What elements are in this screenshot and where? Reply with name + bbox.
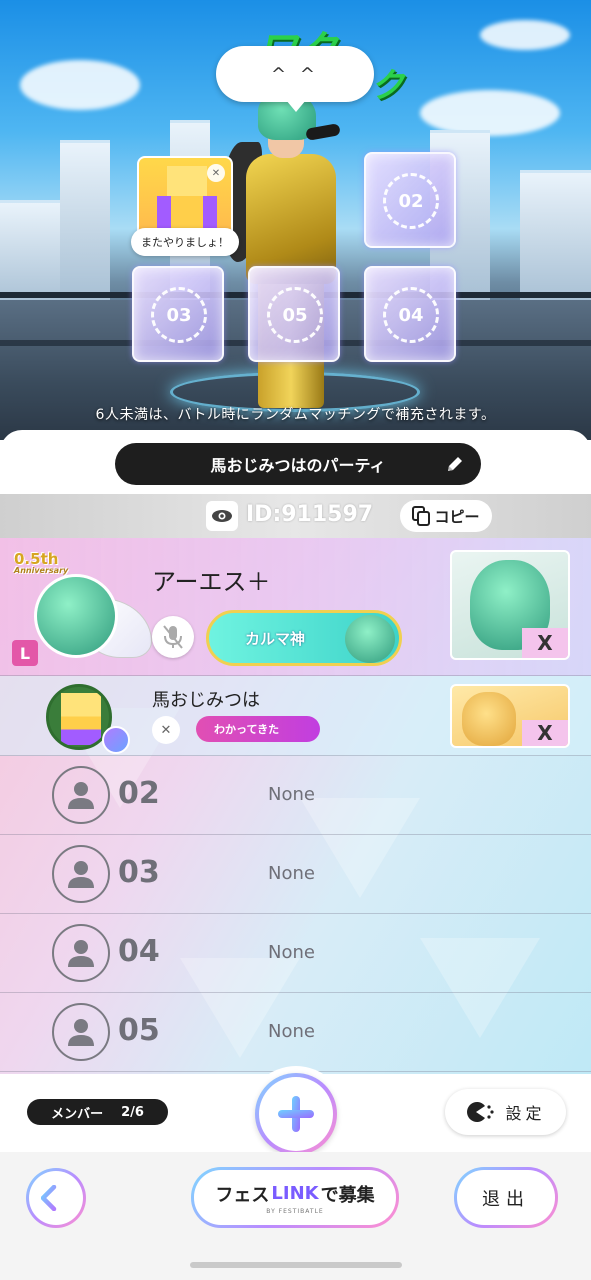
- slot-number: 05: [118, 1013, 160, 1048]
- x-mark-icon: X: [522, 720, 568, 746]
- member-row[interactable]: 馬おじみつは ✕ わかってきた X: [0, 676, 591, 756]
- character-model: [222, 92, 356, 422]
- member-row-leader[interactable]: 0.5th Anniversary L アーエス＋ カルマ神 X: [0, 538, 591, 676]
- person-icon: [52, 1003, 110, 1061]
- empty-member-row[interactable]: 05 None: [0, 993, 591, 1072]
- person-icon: [52, 924, 110, 982]
- plus-icon: [278, 1096, 314, 1132]
- member-list: 0.5th Anniversary L アーエス＋ カルマ神 X 馬おじみつは …: [0, 538, 591, 1074]
- empty-member-row[interactable]: 04 None: [0, 914, 591, 993]
- back-button[interactable]: [26, 1168, 86, 1228]
- cloud: [480, 20, 570, 50]
- slot-status: None: [268, 942, 315, 963]
- title-badge: わかってきた: [196, 716, 320, 742]
- recruit-suffix: で募集: [320, 1184, 375, 1206]
- title-badge-label: わかってきた: [214, 723, 280, 736]
- slot-number: 03: [118, 855, 160, 890]
- empty-member-row[interactable]: 02 None: [0, 756, 591, 835]
- recruit-label: フェス LINK で募集: [215, 1181, 374, 1207]
- mic-muted-icon[interactable]: [152, 616, 194, 658]
- recruit-prefix: フェス: [215, 1184, 270, 1206]
- title-badge-character: [345, 615, 395, 663]
- slot-status: None: [268, 863, 315, 884]
- anniversary-badge: 0.5th Anniversary: [14, 552, 68, 575]
- stage-slot-number: 02: [383, 173, 439, 229]
- party-id-text: ID:911597: [246, 502, 374, 527]
- leader-avatar: 0.5th Anniversary L: [12, 548, 152, 666]
- copy-icon: [412, 506, 431, 526]
- settings-button[interactable]: 設定: [445, 1089, 566, 1135]
- anniversary-sub-label: Anniversary: [14, 566, 69, 575]
- copy-button[interactable]: コピー: [400, 500, 492, 532]
- title-badge: カルマ神: [206, 610, 402, 666]
- member-count-value: 2/6: [121, 1104, 144, 1120]
- pencil-icon: [448, 457, 462, 471]
- party-id-row: ID:911597 コピー: [0, 494, 591, 538]
- member-name: 馬おじみつは: [152, 690, 260, 711]
- exit-label: 退出: [482, 1188, 530, 1210]
- x-mark-icon: X: [522, 628, 568, 658]
- character-card[interactable]: X: [450, 684, 570, 748]
- stage-slot-number: 03: [151, 287, 207, 343]
- eye-icon[interactable]: [206, 501, 238, 531]
- party-name-button[interactable]: 馬おじみつはのパーティ: [115, 443, 481, 485]
- fes-link-recruit-button[interactable]: フェス LINK で募集 BY FESTIBATLE: [191, 1167, 399, 1228]
- recruit-sub-label: BY FESTIBATLE: [266, 1207, 324, 1215]
- party-name-label: 馬おじみつはのパーティ: [210, 456, 386, 475]
- muted-speaker-icon: ✕: [207, 164, 225, 182]
- character-card[interactable]: X: [450, 550, 570, 660]
- slot-number: 04: [118, 934, 160, 969]
- avatar: [34, 574, 118, 658]
- leader-badge: L: [12, 640, 38, 666]
- stage-slot[interactable]: 04: [364, 266, 456, 362]
- person-icon: [52, 766, 110, 824]
- pixel-avatar: [61, 693, 101, 745]
- stage-slot-number: 04: [383, 287, 439, 343]
- person-icon: [52, 845, 110, 903]
- home-indicator[interactable]: [190, 1262, 402, 1268]
- empty-member-row[interactable]: 03 None: [0, 835, 591, 914]
- member-count-label: メンバー: [51, 1106, 104, 1122]
- slot-status: None: [268, 784, 315, 805]
- slot-status: None: [268, 1021, 315, 1042]
- stage-slot[interactable]: 05: [248, 266, 340, 362]
- link-icon: [102, 726, 130, 754]
- slot-number: 02: [118, 776, 160, 811]
- stage-slot[interactable]: 02: [364, 152, 456, 248]
- member-count-badge: メンバー 2/6: [27, 1099, 168, 1125]
- muted-speaker-icon[interactable]: ✕: [152, 716, 180, 744]
- exit-button[interactable]: 退出: [454, 1167, 558, 1228]
- matching-notice: 6人未満は、バトル時にランダムマッチングで補充されます。: [95, 407, 496, 423]
- add-member-button[interactable]: [255, 1073, 337, 1155]
- copy-label: コピー: [434, 507, 480, 526]
- character-portrait: [462, 692, 516, 746]
- back-arrow-icon: [41, 1185, 71, 1211]
- cloud: [20, 60, 140, 110]
- stage-scene: ワク ワク ^ ^ ✕ またやりましょ！ 02 03 05 04 6人未満は、バ…: [0, 0, 591, 440]
- settings-label: 設定: [505, 1104, 546, 1123]
- recruit-link-logo: LINK: [271, 1183, 319, 1204]
- stage-slot-number: 05: [267, 287, 323, 343]
- slot-chat-message: またやりましょ！: [131, 228, 239, 256]
- stage-slot[interactable]: 03: [132, 266, 224, 362]
- settings-icon: [467, 1102, 495, 1122]
- title-badge-label: カルマ神: [245, 629, 306, 648]
- leader-name: アーエス＋: [152, 568, 271, 596]
- character-body: [246, 154, 336, 284]
- speech-bubble: ^ ^: [216, 46, 374, 112]
